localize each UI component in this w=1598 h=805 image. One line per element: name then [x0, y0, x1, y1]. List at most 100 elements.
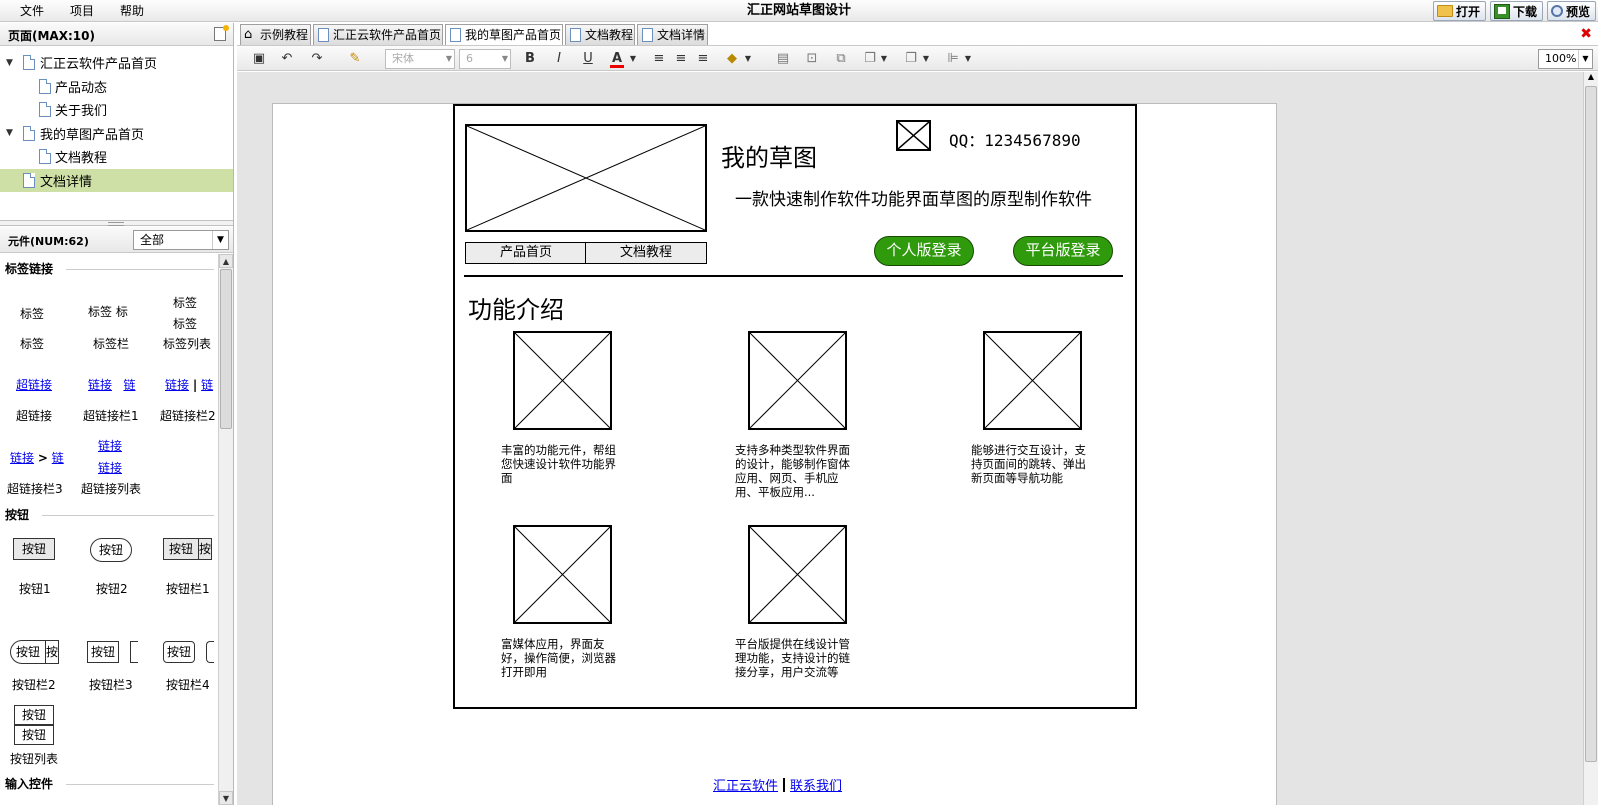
tree-item-doc-detail[interactable]: 文档详情 [0, 168, 233, 192]
component-button-list-preview-2[interactable]: 按钮 [14, 725, 54, 745]
chevron-down-icon[interactable]: ▼ [963, 50, 973, 68]
align-center-icon[interactable]: ≡ [673, 50, 689, 68]
design-page[interactable]: 我的草图 一款快速制作软件功能界面草图的原型制作软件 QQ：1234567890… [272, 103, 1277, 805]
expand-triangle-icon[interactable]: ▼ [6, 58, 13, 68]
logo-image-placeholder[interactable] [465, 124, 707, 232]
component-button-bar4-preview-cut[interactable] [206, 641, 214, 663]
feature-image-placeholder[interactable] [748, 525, 847, 624]
scroll-thumb[interactable] [220, 269, 232, 429]
font-size-select[interactable]: 6 ▼ [459, 49, 511, 69]
component-button-bar4-preview[interactable]: 按钮 [163, 641, 195, 663]
preview-button[interactable]: 预览 [1546, 1, 1596, 21]
distribute-icon[interactable]: ❐ [903, 50, 919, 68]
scroll-thumb[interactable] [1585, 86, 1597, 762]
components-scrollbar[interactable]: ▲ ▼ [218, 254, 233, 805]
component-label-list-preview-2[interactable]: 标签 [173, 315, 197, 332]
component-filter-select[interactable]: 全部 ▼ [133, 230, 229, 250]
fill-color-icon[interactable]: ◆ [725, 50, 739, 68]
scroll-up-icon[interactable]: ▲ [219, 254, 233, 268]
component-link-list-preview-1[interactable]: 链接 [98, 437, 122, 454]
feature-image-placeholder[interactable] [513, 525, 612, 624]
tab-sketch-home[interactable]: 我的草图产品首页 [445, 24, 563, 45]
component-label-list-preview-1[interactable]: 标签 [173, 294, 197, 311]
bring-front-icon[interactable]: ▤ [775, 50, 791, 68]
menu-file[interactable]: 文件 [0, 0, 57, 22]
menu-project[interactable]: 项目 [57, 0, 107, 22]
nav-docs[interactable]: 文档教程 [585, 242, 707, 264]
tab-doc-detail[interactable]: 文档详情 [637, 24, 708, 45]
site-title[interactable]: 我的草图 [721, 138, 817, 173]
font-color-button[interactable]: A [610, 50, 624, 68]
canvas-scrollbar[interactable]: ▲ [1583, 72, 1598, 805]
layer-icon[interactable]: ❐ [862, 50, 878, 68]
tree-item-news[interactable]: 产品动态 [0, 75, 233, 99]
bold-button[interactable]: B [524, 50, 536, 68]
italic-button[interactable]: I [553, 50, 565, 68]
tree-item-about[interactable]: 关于我们 [0, 98, 233, 122]
tab-huizheng-home[interactable]: 汇正云软件产品首页 [313, 24, 443, 45]
feature-text[interactable]: 富媒体应用，界面友好，操作简便，浏览器打开即用 [501, 637, 625, 679]
component-button1-preview[interactable]: 按钮 [13, 538, 55, 560]
group-icon[interactable]: ⊡ [804, 50, 820, 68]
feature-image-placeholder[interactable] [748, 331, 847, 430]
chevron-down-icon[interactable]: ▼ [921, 50, 931, 68]
site-tagline[interactable]: 一款快速制作软件功能界面草图的原型制作软件 [735, 185, 1092, 210]
save-icon[interactable]: ▣ [251, 50, 267, 68]
tree-item-sketch-home[interactable]: ▼ 我的草图产品首页 [0, 122, 233, 146]
download-button[interactable]: 下载 [1489, 1, 1543, 21]
tab-docs[interactable]: 文档教程 [565, 24, 635, 45]
qq-icon-placeholder[interactable] [896, 120, 931, 151]
component-button-bar2-preview-cut[interactable]: 按 [45, 640, 59, 664]
feature-text[interactable]: 支持多种类型软件界面的设计，能够制作窗体应用、网页、手机应用、平板应用... [735, 443, 859, 499]
menu-help[interactable]: 帮助 [107, 0, 157, 22]
component-button-bar3-preview-cut[interactable] [130, 641, 138, 663]
chevron-down-icon[interactable]: ▼ [879, 50, 889, 68]
align-left-icon[interactable]: ≡ [651, 50, 667, 68]
nav-product-home[interactable]: 产品首页 [465, 242, 587, 264]
component-link-bar2-preview[interactable]: 链接 | 链 [165, 376, 213, 393]
component-button-list-preview-1[interactable]: 按钮 [14, 705, 54, 725]
underline-button[interactable]: U [582, 50, 594, 68]
scroll-up-icon[interactable]: ▲ [1584, 72, 1598, 86]
tree-item-docs[interactable]: 文档教程 [0, 145, 233, 169]
redo-icon[interactable]: ↷ [309, 50, 325, 68]
component-label-bar-preview[interactable]: 标签 标 [88, 303, 128, 320]
feature-section-title[interactable]: 功能介绍 [468, 290, 564, 325]
component-link-list-preview-2[interactable]: 链接 [98, 459, 122, 476]
component-link-bar1-preview[interactable]: 链接 链 [88, 376, 135, 393]
component-link-bar3-preview[interactable]: 链接 > 链 [10, 449, 64, 466]
chevron-down-icon[interactable]: ▼ [628, 50, 638, 68]
component-button2-preview[interactable]: 按钮 [90, 538, 132, 562]
ungroup-icon[interactable]: ⧉ [833, 50, 849, 68]
footer-link-huizheng[interactable]: 汇正云软件 [713, 779, 778, 794]
component-button-bar2-preview[interactable]: 按钮 [10, 640, 46, 664]
open-button[interactable]: 打开 [1432, 1, 1486, 21]
scroll-down-icon[interactable]: ▼ [219, 791, 233, 805]
component-label-preview[interactable]: 标签 [20, 305, 44, 322]
align-right-icon[interactable]: ≡ [695, 50, 711, 68]
component-button-bar1-preview-cut[interactable]: 按 [198, 538, 212, 560]
add-page-icon[interactable] [214, 25, 229, 41]
personal-login-button[interactable]: 个人版登录 [874, 236, 974, 266]
tab-example-tutorial[interactable]: ⌂ 示例教程 [240, 24, 311, 45]
feature-text[interactable]: 平台版提供在线设计管理功能，支持设计的链接分享，用户交流等 [735, 637, 859, 679]
feature-image-placeholder[interactable] [513, 331, 612, 430]
expand-triangle-icon[interactable]: ▼ [6, 128, 13, 138]
align-objects-icon[interactable]: ⊫ [945, 50, 961, 68]
panel-splitter[interactable] [0, 220, 233, 226]
zoom-select[interactable]: 100% ▼ [1538, 49, 1593, 69]
platform-login-button[interactable]: 平台版登录 [1013, 236, 1113, 266]
chevron-down-icon[interactable]: ▼ [743, 50, 753, 68]
feature-image-placeholder[interactable] [983, 331, 1082, 430]
edit-icon[interactable]: ✎ [347, 50, 363, 68]
footer-link-contact[interactable]: 联系我们 [790, 779, 842, 794]
font-family-select[interactable]: 宋体 ▼ [385, 49, 455, 69]
tree-item-huizheng-home[interactable]: ▼ 汇正云软件产品首页 [0, 51, 233, 75]
feature-text[interactable]: 能够进行交互设计，支持页面间的跳转、弹出新页面等导航功能 [971, 443, 1095, 485]
close-icon[interactable]: ✖ [1580, 26, 1592, 42]
qq-number[interactable]: QQ：1234567890 [949, 127, 1081, 151]
component-button-bar1-preview[interactable]: 按钮 [163, 538, 199, 560]
component-link-preview[interactable]: 超链接 [16, 376, 52, 393]
undo-icon[interactable]: ↶ [279, 50, 295, 68]
feature-text[interactable]: 丰富的功能元件，帮组您快速设计软件功能界面 [501, 443, 625, 485]
